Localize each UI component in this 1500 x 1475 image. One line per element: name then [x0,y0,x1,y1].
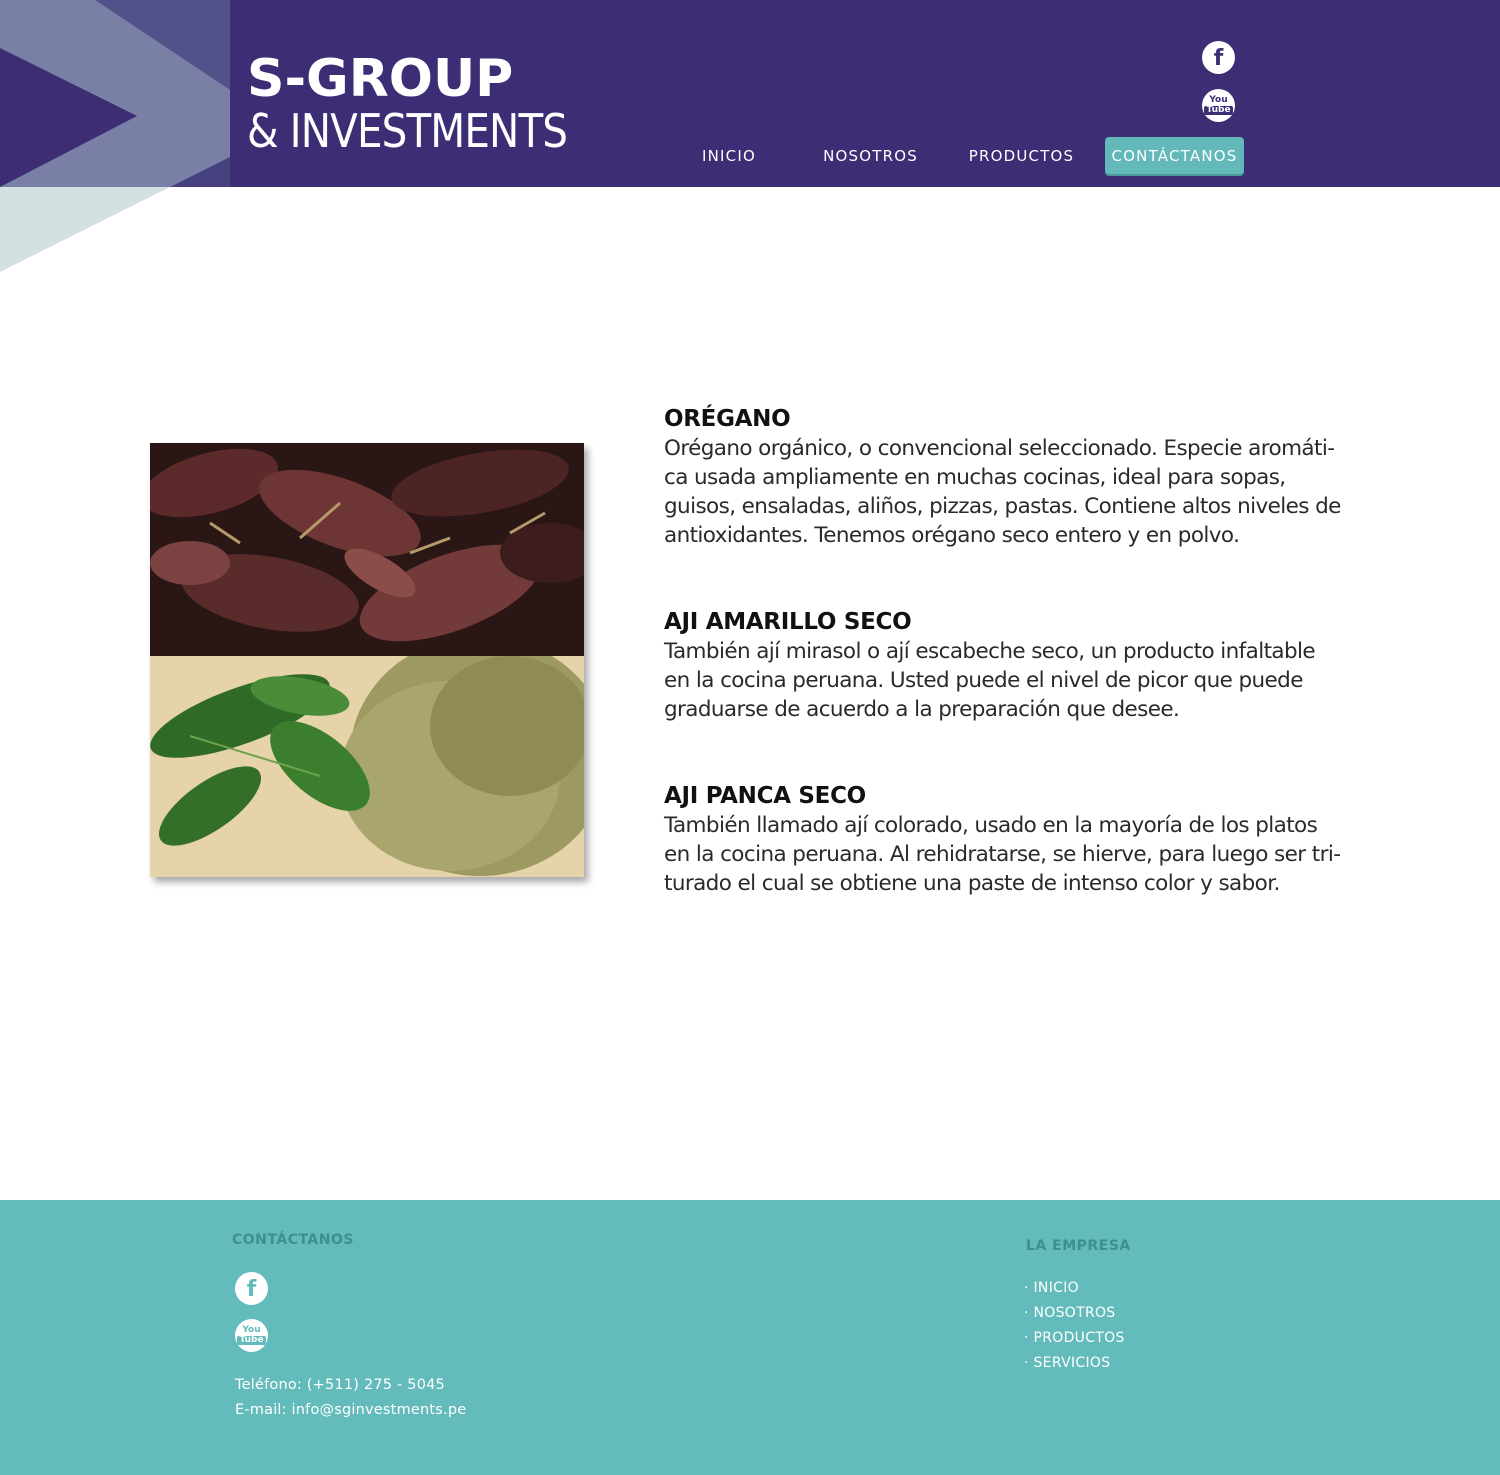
product-oregano: ORÉGANO Orégano orgánico, o convencional… [664,405,1364,550]
product-desc-line: Orégano orgánico, o convencional selecci… [664,436,1335,461]
footer-empresa-title: LA EMPRESA [1026,1238,1131,1254]
nav-item-inicio[interactable]: INICIO [680,137,778,174]
main-nav: INICIO NOSOTROS PRODUCTOS CONTÁCTANOS [680,137,1244,174]
dried-chili-image [150,443,584,656]
product-photo [150,443,584,877]
product-desc-line: turado el cual se obtiene una paste de i… [664,871,1280,896]
product-desc-line: en la cocina peruana. Usted puede el niv… [664,668,1303,693]
footer-email[interactable]: E-mail: info@sginvestments.pe [235,1398,466,1423]
product-title: AJI PANCA SECO [664,783,866,809]
youtube-glyph: You Tube [1204,95,1233,115]
oregano-image [150,656,584,877]
footer-contact-title: CONTÁCTANOS [232,1232,354,1248]
footer-link-nosotros[interactable]: · NOSOTROS [1024,1301,1125,1326]
product-desc-line: en la cocina peruana. Al rehidratarse, s… [664,842,1341,867]
product-desc-line: guisos, ensaladas, aliños, pizzas, pasta… [664,494,1341,519]
youtube-tube-text: Tube [1204,105,1233,115]
product-aji-panca: AJI PANCA SECO También llamado ají color… [664,782,1364,898]
logo-line-2: & INVESTMENTS [247,104,568,158]
footer-link-productos[interactable]: · PRODUCTOS [1024,1326,1125,1351]
product-desc-line: graduarse de acuerdo a la preparación qu… [664,697,1180,722]
product-aji-amarillo: AJI AMARILLO SECO También ají mirasol o … [664,608,1364,724]
product-desc-line: ca usada ampliamente en muchas cocinas, … [664,465,1286,490]
facebook-glyph: f [1213,46,1224,71]
youtube-you-text: You [242,1325,261,1335]
facebook-icon[interactable]: f [235,1272,268,1305]
footer-contact-info: Teléfono: (+511) 275 - 5045 E-mail: info… [235,1373,466,1423]
footer-phone: Teléfono: (+511) 275 - 5045 [235,1377,445,1393]
youtube-tube-text: Tube [237,1335,266,1345]
brand-logo[interactable]: S-GROUP & INVESTMENTS [247,50,611,156]
product-desc-line: También llamado ají colorado, usado en l… [664,813,1318,838]
product-desc-line: También ají mirasol o ají escabeche seco… [664,639,1316,664]
product-desc-line: antioxidantes. Tenemos orégano seco ente… [664,523,1240,548]
logo-line-1: S-GROUP [247,49,514,109]
youtube-glyph: You Tube [237,1325,266,1345]
site-header: S-GROUP & INVESTMENTS f You Tube INICIO … [0,0,1500,187]
product-title: ORÉGANO [664,406,791,432]
nav-item-contactanos[interactable]: CONTÁCTANOS [1105,137,1244,174]
youtube-icon[interactable]: You Tube [1202,89,1235,122]
product-title: AJI AMARILLO SECO [664,609,912,635]
footer-social-links: f You Tube [235,1272,268,1366]
footer-link-servicios[interactable]: · SERVICIOS [1024,1351,1125,1376]
site-footer: CONTÁCTANOS f You Tube Teléfono: (+511) … [0,1200,1500,1475]
footer-links: · INICIO · NOSOTROS · PRODUCTOS · SERVIC… [1024,1276,1125,1376]
facebook-icon[interactable]: f [1202,41,1235,74]
nav-item-nosotros[interactable]: NOSOTROS [778,137,963,174]
header-social-links: f You Tube [1202,41,1235,137]
youtube-icon[interactable]: You Tube [235,1319,268,1352]
nav-item-productos[interactable]: PRODUCTOS [963,137,1080,174]
footer-link-inicio[interactable]: · INICIO [1024,1276,1125,1301]
facebook-glyph: f [246,1277,257,1302]
youtube-you-text: You [1209,95,1228,105]
